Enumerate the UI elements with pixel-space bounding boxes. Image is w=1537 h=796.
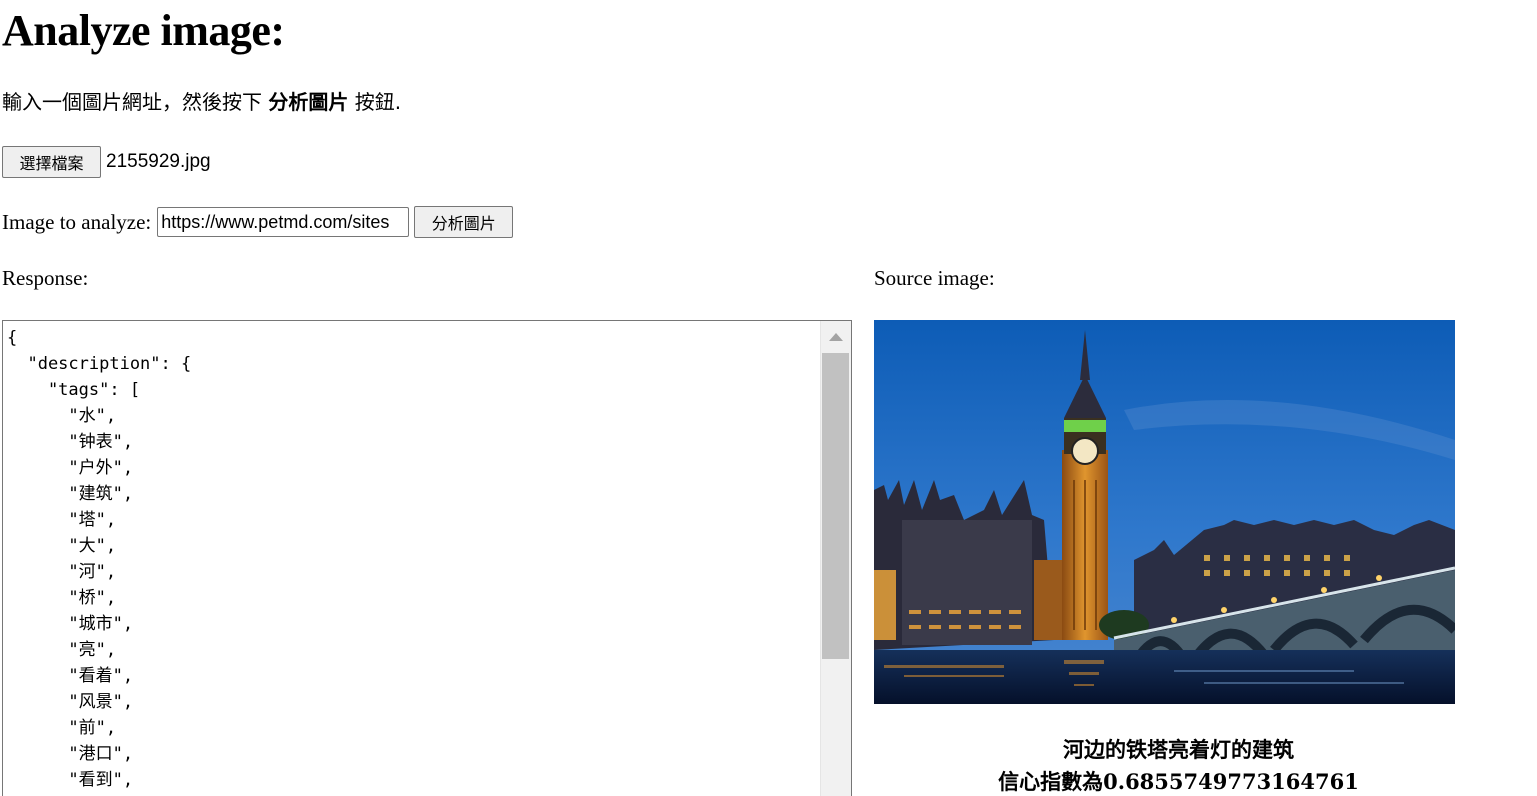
url-label: Image to analyze: [2, 209, 152, 234]
instructions: 輸入一個圖片網址，然後按下 分析圖片 按鈕. [2, 88, 401, 116]
instructions-prefix: 輸入一個圖片網址，然後按下 [2, 90, 269, 114]
source-image [874, 320, 1455, 704]
instructions-button-name: 分析圖片 [268, 90, 349, 114]
analysis-caption: 河边的铁塔亮着灯的建筑 信心指數為0.6855749773164761 [874, 734, 1483, 796]
response-label: Response: [2, 266, 89, 290]
page-title: Analyze image: [2, 6, 285, 55]
response-textarea[interactable]: { "description": { "tags": [ "水", "钟表", … [2, 320, 852, 796]
choose-file-button[interactable]: 選擇檔案 [2, 146, 101, 178]
caption-description: 河边的铁塔亮着灯的建筑 [1063, 737, 1294, 762]
caption-confidence: 信心指數為0.6855749773164761 [998, 769, 1359, 794]
url-form: Image to analyze: https://www.petmd.com/… [2, 206, 514, 238]
triangle-up-icon[interactable] [821, 321, 851, 353]
image-url-input[interactable]: https://www.petmd.com/sites [157, 207, 410, 237]
page: Analyze image: 輸入一個圖片網址，然後按下 分析圖片 按鈕. 選擇… [0, 0, 1537, 796]
instructions-suffix: 按鈕. [348, 90, 402, 114]
scrollbar-thumb[interactable] [822, 353, 849, 659]
response-scrollbar[interactable] [820, 321, 851, 796]
source-image-label: Source image: [874, 266, 995, 290]
selected-file-name: 2155929.jpg [106, 151, 211, 172]
file-picker: 選擇檔案 2155929.jpg [2, 146, 211, 178]
analyze-image-button[interactable]: 分析圖片 [414, 206, 514, 238]
response-json: { "description": { "tags": [ "水", "钟表", … [7, 328, 192, 790]
